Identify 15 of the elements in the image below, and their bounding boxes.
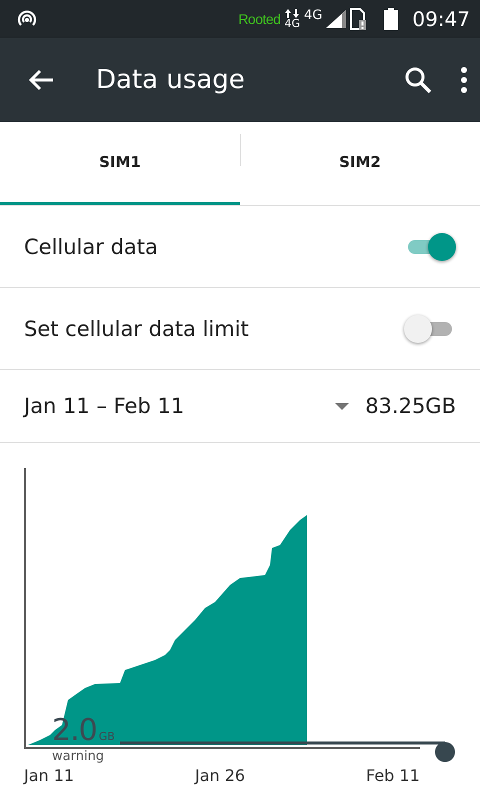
date-label: Feb 11	[366, 766, 420, 785]
network-label: 4G	[304, 8, 322, 22]
date-label: Jan 26	[195, 766, 246, 785]
date-label: Jan 11	[24, 766, 74, 785]
usage-total: 83.25GB	[365, 394, 456, 418]
network-type: 4G	[284, 18, 300, 29]
clock: 09:47	[412, 7, 470, 31]
warning-unit: GB	[98, 730, 115, 743]
setting-label: Set cellular data limit	[24, 316, 250, 340]
setting-label: Cellular data	[24, 234, 159, 258]
warning-label: warning	[52, 750, 104, 764]
cycle-dropdown[interactable]: Jan 11 – Feb 11	[24, 394, 336, 418]
warning-value: 2.0	[52, 713, 97, 748]
rooted-label: Rooted	[238, 11, 280, 27]
screen-title: Data usage	[96, 65, 246, 95]
